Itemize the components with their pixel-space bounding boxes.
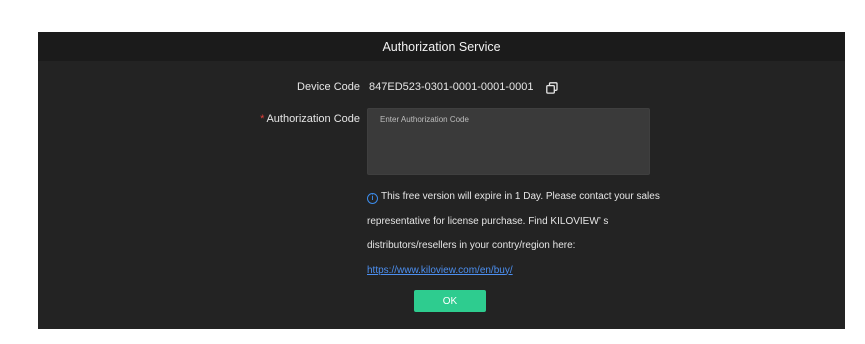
info-icon: i (367, 193, 378, 204)
expiry-notice: i This free version will expire in 1 Day.… (367, 185, 667, 283)
dialog-header: Authorization Service (38, 32, 845, 61)
notice-text: This free version will expire in 1 Day. … (367, 191, 660, 251)
authorization-dialog: Authorization Service Device Code 847ED5… (38, 32, 845, 329)
device-code-value: 847ED523-0301-0001-0001-0001 (369, 81, 534, 93)
authorization-code-input[interactable] (367, 108, 650, 175)
dialog-title: Authorization Service (382, 39, 501, 54)
buy-link[interactable]: https://www.kiloview.com/en/buy/ (367, 265, 513, 276)
device-code-row: Device Code 847ED523-0301-0001-0001-0001 (38, 79, 738, 95)
authorization-code-label: Authorization Code (266, 113, 360, 125)
copy-icon[interactable] (545, 81, 558, 94)
required-marker: * (260, 113, 265, 125)
authorization-code-label-group: * Authorization Code (38, 111, 360, 127)
device-code-label: Device Code (297, 81, 360, 93)
ok-button[interactable]: OK (414, 290, 486, 312)
